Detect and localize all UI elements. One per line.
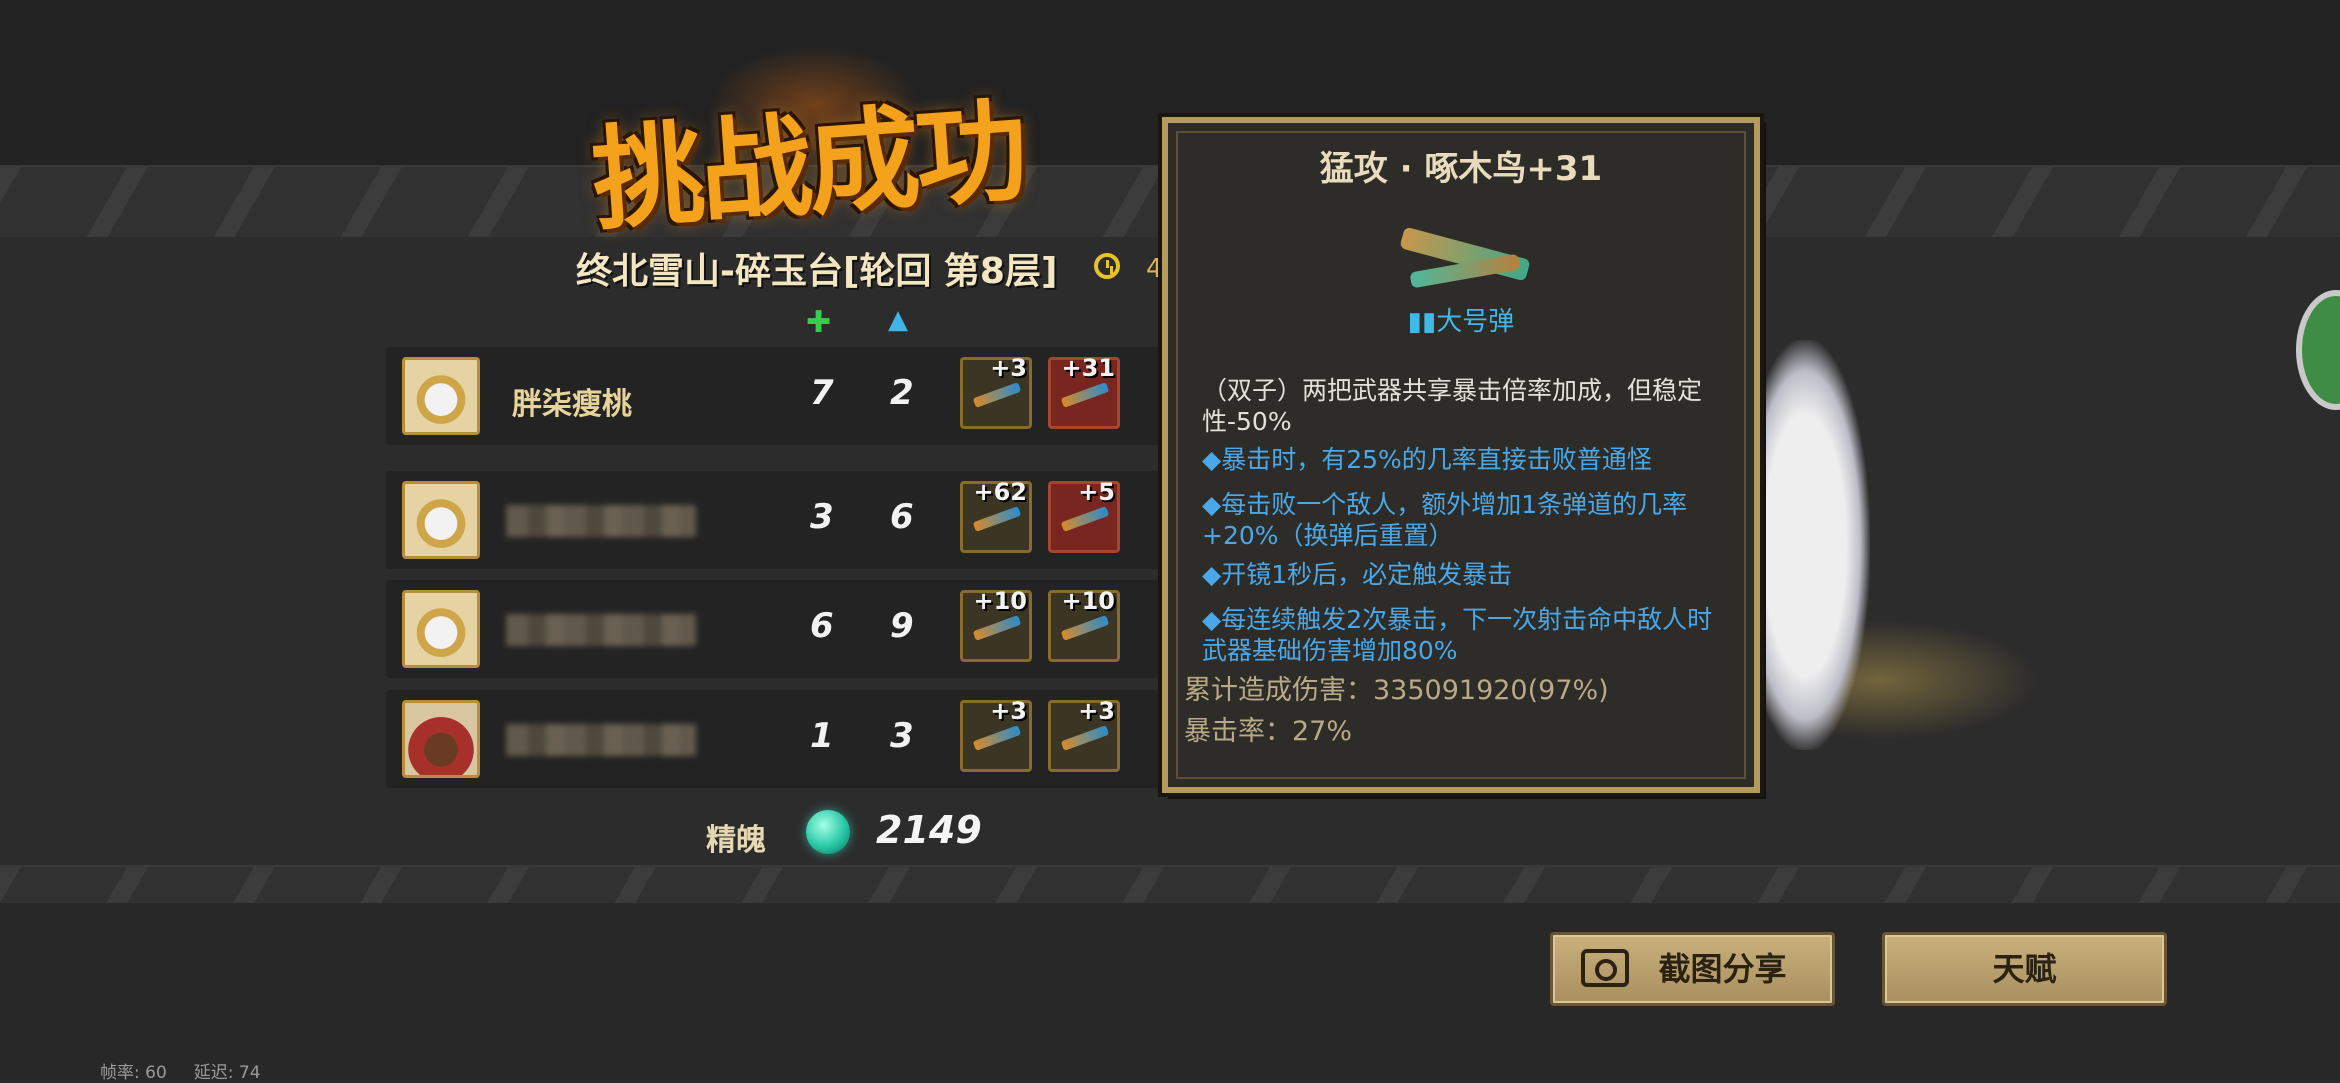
- weapon-icon: [972, 725, 1022, 751]
- weapon-level: +3: [990, 354, 1027, 382]
- weapon-level: +5: [1078, 478, 1115, 506]
- ammo-type-label: 大号弹: [1436, 307, 1515, 337]
- weapon-slot-1[interactable]: +10: [960, 587, 1032, 662]
- weapon-slot-1[interactable]: +3: [960, 697, 1032, 772]
- player-row: 3 6 +62 +5: [386, 471, 1186, 569]
- weapon-icon: [1060, 382, 1110, 408]
- tooltip-effect: ◆每击败一个敌人，额外增加1条弹道的几率+20%（换弹后重置）: [1202, 490, 1688, 550]
- player-kill-count: 9: [890, 606, 914, 646]
- fps-readout: 帧率: 60: [100, 1063, 167, 1083]
- weapon-level: +3: [1078, 697, 1115, 725]
- tooltip-passive: （双子）两把武器共享暴击倍率加成，但稳定性-50%: [1202, 376, 1703, 436]
- decorative-band-bottom: [0, 865, 2340, 907]
- player-avatar[interactable]: [402, 481, 480, 559]
- tooltip-effect: ◆每连续触发2次暴击，下一次射击命中敌人时武器基础伤害增加80%: [1202, 605, 1713, 665]
- player-kill-count: 6: [890, 497, 914, 537]
- weapon-icon: [1060, 506, 1110, 532]
- player-avatar[interactable]: [402, 700, 480, 778]
- weapon-slot-2[interactable]: +10: [1048, 587, 1120, 662]
- player-kill-count: 3: [890, 716, 914, 756]
- tooltip-total-damage: 累计造成伤害：335091920(97%): [1184, 675, 1609, 706]
- essence-gem-icon: [806, 810, 850, 854]
- player-heal-count: 7: [810, 373, 834, 413]
- share-screenshot-button[interactable]: 截图分享: [1550, 932, 1835, 1006]
- weapon-level: +3: [990, 697, 1027, 725]
- latency-readout: 延迟: 74: [193, 1063, 261, 1083]
- tooltip-weapon-name: 猛攻 · 啄木鸟+31: [1319, 149, 1603, 189]
- player-avatar[interactable]: [402, 590, 480, 668]
- tooltip-crit-rate: 暴击率：27%: [1184, 716, 1353, 747]
- debug-overlay: 帧率: 60 延迟: 74: [100, 1058, 261, 1083]
- player-avatar[interactable]: [402, 357, 480, 435]
- weapon-slot-2[interactable]: +31: [1048, 354, 1120, 429]
- player-heal-count: 6: [810, 606, 834, 646]
- weapon-icon: [1060, 615, 1110, 641]
- weapon-slot-1[interactable]: +3: [960, 354, 1032, 429]
- weapon-level: +10: [1061, 587, 1115, 615]
- tooltip-effect: ◆开镜1秒后，必定触发暴击: [1202, 560, 1513, 589]
- weapon-level: +31: [1061, 354, 1115, 382]
- player-row: 1 3 +3 +3: [386, 690, 1186, 788]
- talent-button[interactable]: 天赋: [1882, 932, 2167, 1006]
- essence-label: 精魄: [706, 823, 766, 858]
- player-name: 胖柒瘦桃: [512, 387, 632, 422]
- weapon-slot-2[interactable]: +3: [1048, 697, 1120, 772]
- clock-icon: [1094, 253, 1120, 279]
- stage-name: 终北雪山-碎玉台[轮回 第8层]: [576, 251, 1058, 292]
- bullet-icon: ▮▮: [1407, 307, 1437, 337]
- tooltip-ammo-type: ▮▮大号弹: [1168, 301, 1754, 338]
- weapon-slot-2[interactable]: +5: [1048, 478, 1120, 553]
- player-row: 6 9 +10 +10: [386, 580, 1186, 678]
- share-button-label: 截图分享: [1658, 950, 1787, 988]
- player-row: 胖柒瘦桃 7 2 +3 +31 2: [386, 347, 1186, 445]
- weapon-level: +62: [973, 478, 1027, 506]
- weapon-icon: [972, 506, 1022, 532]
- player-heal-count: 3: [810, 497, 834, 537]
- player-name-redacted: [506, 724, 696, 756]
- tooltip-effect: ◆暴击时，有25%的几率直接击败普通怪: [1202, 445, 1652, 474]
- camera-icon: [1581, 949, 1629, 987]
- player-name-redacted: [506, 614, 696, 646]
- kill-column-wolf-icon: ▲: [888, 305, 908, 335]
- player-kill-count: 2: [890, 373, 914, 413]
- heal-column-plus-icon: ✚: [806, 305, 832, 340]
- player-heal-count: 1: [810, 716, 834, 756]
- weapon-icon: [1060, 725, 1110, 751]
- weapon-icon: [972, 615, 1022, 641]
- weapon-slot-1[interactable]: +62: [960, 478, 1032, 553]
- essence-value: 2149: [876, 808, 982, 852]
- tooltip-weapon-image: [1390, 213, 1540, 313]
- weapon-level: +10: [973, 587, 1027, 615]
- weapon-icon: [972, 382, 1022, 408]
- player-name-redacted: [506, 505, 696, 537]
- weapon-tooltip: 猛攻 · 啄木鸟+31 ▮▮大号弹 （双子）两把武器共享暴击倍率加成，但稳定性-…: [1162, 117, 1760, 793]
